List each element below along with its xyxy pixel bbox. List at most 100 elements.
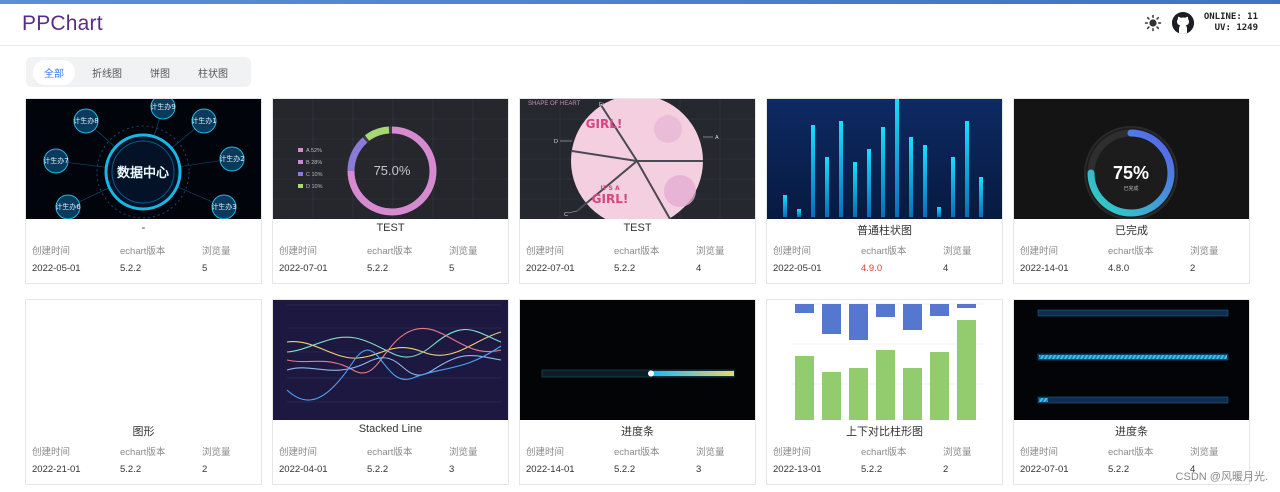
card-thumbnail[interactable]: 数据中心 计生办9 计生办1 计生办2 计生办3 计生办6 计生办7 计生办8: [26, 99, 261, 219]
created-label: 创建时间: [32, 246, 71, 257]
version-value: 4.8.0: [1108, 263, 1130, 274]
chart-card[interactable]: 75.0% A 52% B 28% C 10% D 10% TEST 创建时间 …: [272, 98, 509, 284]
version-label: echart版本: [367, 246, 413, 257]
created-value: 2022-05-01: [773, 263, 822, 274]
views-label: 浏览量: [696, 246, 725, 257]
chart-card[interactable]: 进度条 创建时间 echart版本 浏览量 2022-14-01 5.2.2 3: [519, 299, 756, 485]
card-title[interactable]: 普通柱状图: [767, 222, 1002, 238]
data-center-label: 数据中心: [117, 165, 169, 181]
views-label: 浏览量: [202, 447, 231, 458]
thumb-bar: [951, 157, 955, 217]
thumb-bar: [979, 177, 983, 217]
version-label: echart版本: [120, 246, 166, 257]
online-count: ONLINE: 11: [1203, 12, 1258, 22]
node-label: 计生办2: [219, 154, 244, 163]
chart-card[interactable]: 数据中心 计生办9 计生办1 计生办2 计生办3 计生办6 计生办7 计生办8 …: [25, 98, 262, 284]
card-thumbnail[interactable]: [767, 300, 1002, 420]
card-title[interactable]: 进度条: [520, 423, 755, 439]
version-label: echart版本: [367, 447, 413, 458]
created-value: 2022-04-01: [279, 464, 328, 475]
created-label: 创建时间: [773, 246, 812, 257]
category-filter: 全部 折线图 饼图 柱状图: [26, 57, 251, 87]
thumb-bar: [923, 145, 927, 217]
node-label: 计生办6: [55, 202, 81, 211]
card-thumbnail[interactable]: SHAPE OF HEART GIRL! IT'S A GIRL! E D A …: [520, 99, 755, 219]
watermark: CSDN @风暖月光.: [1175, 471, 1268, 483]
chart-card[interactable]: 普通柱状图 创建时间 echart版本 浏览量 2022-05-01 4.9.0…: [766, 98, 1003, 284]
card-thumbnail[interactable]: 75% 已完成: [1014, 99, 1249, 219]
card-title[interactable]: Stacked Line: [273, 423, 508, 435]
version-label: echart版本: [614, 447, 660, 458]
card-thumbnail[interactable]: 75.0% A 52% B 28% C 10% D 10%: [273, 99, 508, 219]
tab-bar-chart[interactable]: 柱状图: [187, 60, 239, 85]
views-label: 浏览量: [943, 246, 972, 257]
node-label: 计生办9: [150, 102, 175, 111]
version-value: 5.2.2: [614, 464, 636, 475]
chart-card[interactable]: 图形 创建时间 echart版本 浏览量 2022-21-01 5.2.2 2: [25, 299, 262, 485]
created-label: 创建时间: [526, 447, 565, 458]
chart-card[interactable]: 75% 已完成 已完成 创建时间 echart版本 浏览量 2022-14-01…: [1013, 98, 1250, 284]
gauge-sub: 已完成: [1123, 185, 1138, 192]
thumb-bar: [937, 207, 941, 217]
card-title[interactable]: 上下对比柱形图: [767, 423, 1002, 439]
version-value: 5.2.2: [614, 263, 636, 274]
version-label: echart版本: [1108, 447, 1154, 458]
header-actions: ONLINE: 11 UV: 1249: [1144, 12, 1258, 34]
thumb-bar: [909, 137, 913, 217]
legend-entry: A 52%: [306, 148, 322, 154]
card-meta: 创建时间 echart版本 浏览量 2022-14-01 4.8.0 2: [1020, 243, 1250, 274]
pie-word: GIRL!: [592, 192, 629, 206]
card-thumbnail[interactable]: [26, 300, 261, 420]
created-label: 创建时间: [526, 246, 565, 257]
views-label: 浏览量: [202, 246, 231, 257]
tab-all[interactable]: 全部: [33, 59, 75, 85]
views-value: 5: [449, 263, 455, 274]
card-title[interactable]: 图形: [26, 423, 261, 439]
card-meta: 创建时间 echart版本 浏览量 2022-14-01 5.2.2 3: [526, 444, 756, 475]
card-title[interactable]: TEST: [520, 222, 755, 234]
ring-center-value: 75.0%: [374, 163, 411, 178]
version-value: 5.2.2: [120, 464, 142, 475]
card-thumbnail[interactable]: [767, 99, 1002, 219]
tab-line-chart[interactable]: 折线图: [81, 60, 133, 85]
pie-word: GIRL!: [586, 117, 623, 131]
chart-card[interactable]: Stacked Line 创建时间 echart版本 浏览量 2022-04-0…: [272, 299, 509, 485]
card-meta: 创建时间 echart版本 浏览量 2022-04-01 5.2.2 3: [279, 444, 509, 475]
card-meta: 创建时间 echart版本 浏览量 2022-07-01 5.2.2 5: [279, 243, 509, 274]
thumb-bar: [881, 127, 885, 217]
thumb-bar: [965, 121, 969, 217]
pie-label: A: [715, 135, 719, 141]
created-value: 2022-14-01: [1020, 263, 1069, 274]
theme-toggle-icon[interactable]: [1144, 14, 1162, 32]
chart-card[interactable]: SHAPE OF HEART GIRL! IT'S A GIRL! E D A …: [519, 98, 756, 284]
card-thumbnail[interactable]: [273, 300, 508, 420]
uv-count: UV: 1249: [1214, 23, 1258, 33]
github-icon[interactable]: [1171, 12, 1194, 34]
version-label: echart版本: [614, 246, 660, 257]
card-title[interactable]: 进度条: [1014, 423, 1249, 439]
legend-entry: B 28%: [306, 160, 322, 166]
created-value: 2022-21-01: [32, 464, 81, 475]
version-label: echart版本: [120, 447, 166, 458]
card-title[interactable]: -: [26, 222, 261, 234]
version-value: 5.2.2: [120, 263, 142, 274]
pie-word: IT'S A: [600, 185, 620, 192]
card-title[interactable]: TEST: [273, 222, 508, 234]
app-logo[interactable]: PPChart: [22, 12, 103, 36]
created-label: 创建时间: [1020, 246, 1059, 257]
node-label: 计生办8: [73, 116, 98, 125]
thumb-bar: [825, 157, 829, 217]
pie-label: D: [554, 139, 558, 145]
card-title[interactable]: 已完成: [1014, 222, 1249, 238]
card-thumbnail[interactable]: [520, 300, 755, 420]
views-label: 浏览量: [943, 447, 972, 458]
created-value: 2022-07-01: [279, 263, 328, 274]
thumb-bar: [797, 209, 801, 217]
views-value: 2: [202, 464, 208, 475]
chart-card[interactable]: 上下对比柱形图 创建时间 echart版本 浏览量 2022-13-01 5.2…: [766, 299, 1003, 485]
created-value: 2022-13-01: [773, 464, 822, 475]
card-thumbnail[interactable]: [1014, 300, 1249, 420]
tab-pie-chart[interactable]: 饼图: [139, 60, 181, 85]
version-value: 5.2.2: [861, 464, 883, 475]
chart-card[interactable]: 进度条 创建时间 echart版本 浏览量 2022-07-01 5.2.2 4: [1013, 299, 1250, 485]
